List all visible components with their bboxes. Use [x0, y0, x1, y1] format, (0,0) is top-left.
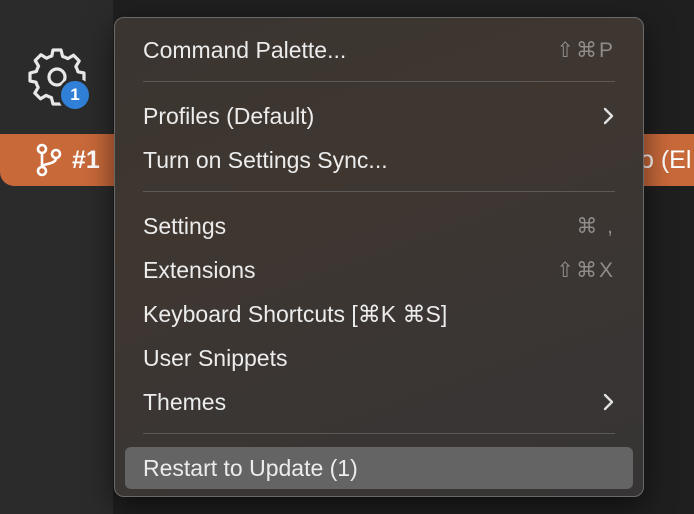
menu-item-shortcut: ⌘ , [576, 214, 615, 238]
status-right-text: o (El [640, 145, 692, 174]
menu-item-shortcut: ⇧⌘X [556, 258, 615, 282]
menu-item-label: Extensions [143, 256, 256, 283]
menu-item-command-palette[interactable]: Command Palette... ⇧⌘P [125, 30, 633, 70]
menu-separator [143, 191, 615, 192]
menu-item-label: Keyboard Shortcuts [⌘K ⌘S] [143, 300, 448, 327]
activity-bar: 1 [0, 0, 113, 514]
chevron-right-icon [603, 393, 615, 411]
menu-item-shortcut: ⇧⌘P [556, 38, 615, 62]
menu-item-label: Themes [143, 388, 227, 415]
menu-item-label: Turn on Settings Sync... [143, 146, 388, 173]
menu-item-label: Restart to Update (1) [143, 454, 358, 481]
menu-separator [143, 433, 615, 434]
source-control-status[interactable]: #1 [36, 134, 100, 186]
menu-item-label: Command Palette... [143, 36, 347, 63]
menu-item-label: User Snippets [143, 344, 288, 371]
menu-item-label: Settings [143, 212, 227, 239]
menu-item-profiles[interactable]: Profiles (Default) [125, 96, 633, 136]
menu-separator [143, 81, 615, 82]
menu-item-extensions[interactable]: Extensions ⇧⌘X [125, 250, 633, 290]
menu-item-keyboard-shortcuts[interactable]: Keyboard Shortcuts [⌘K ⌘S] [125, 294, 633, 334]
chevron-right-icon [603, 107, 615, 125]
menu-item-label: Profiles (Default) [143, 102, 315, 129]
manage-context-menu: Command Palette... ⇧⌘P Profiles (Default… [114, 17, 644, 497]
menu-item-settings-sync[interactable]: Turn on Settings Sync... [125, 140, 633, 180]
branch-ref-label: #1 [72, 145, 100, 174]
menu-item-themes[interactable]: Themes [125, 382, 633, 422]
menu-item-user-snippets[interactable]: User Snippets [125, 338, 633, 378]
menu-item-settings[interactable]: Settings ⌘ , [125, 206, 633, 246]
menu-item-restart-to-update[interactable]: Restart to Update (1) [125, 447, 633, 489]
manage-button[interactable]: 1 [24, 44, 92, 112]
notification-badge: 1 [58, 78, 92, 112]
git-branch-icon [36, 143, 62, 177]
